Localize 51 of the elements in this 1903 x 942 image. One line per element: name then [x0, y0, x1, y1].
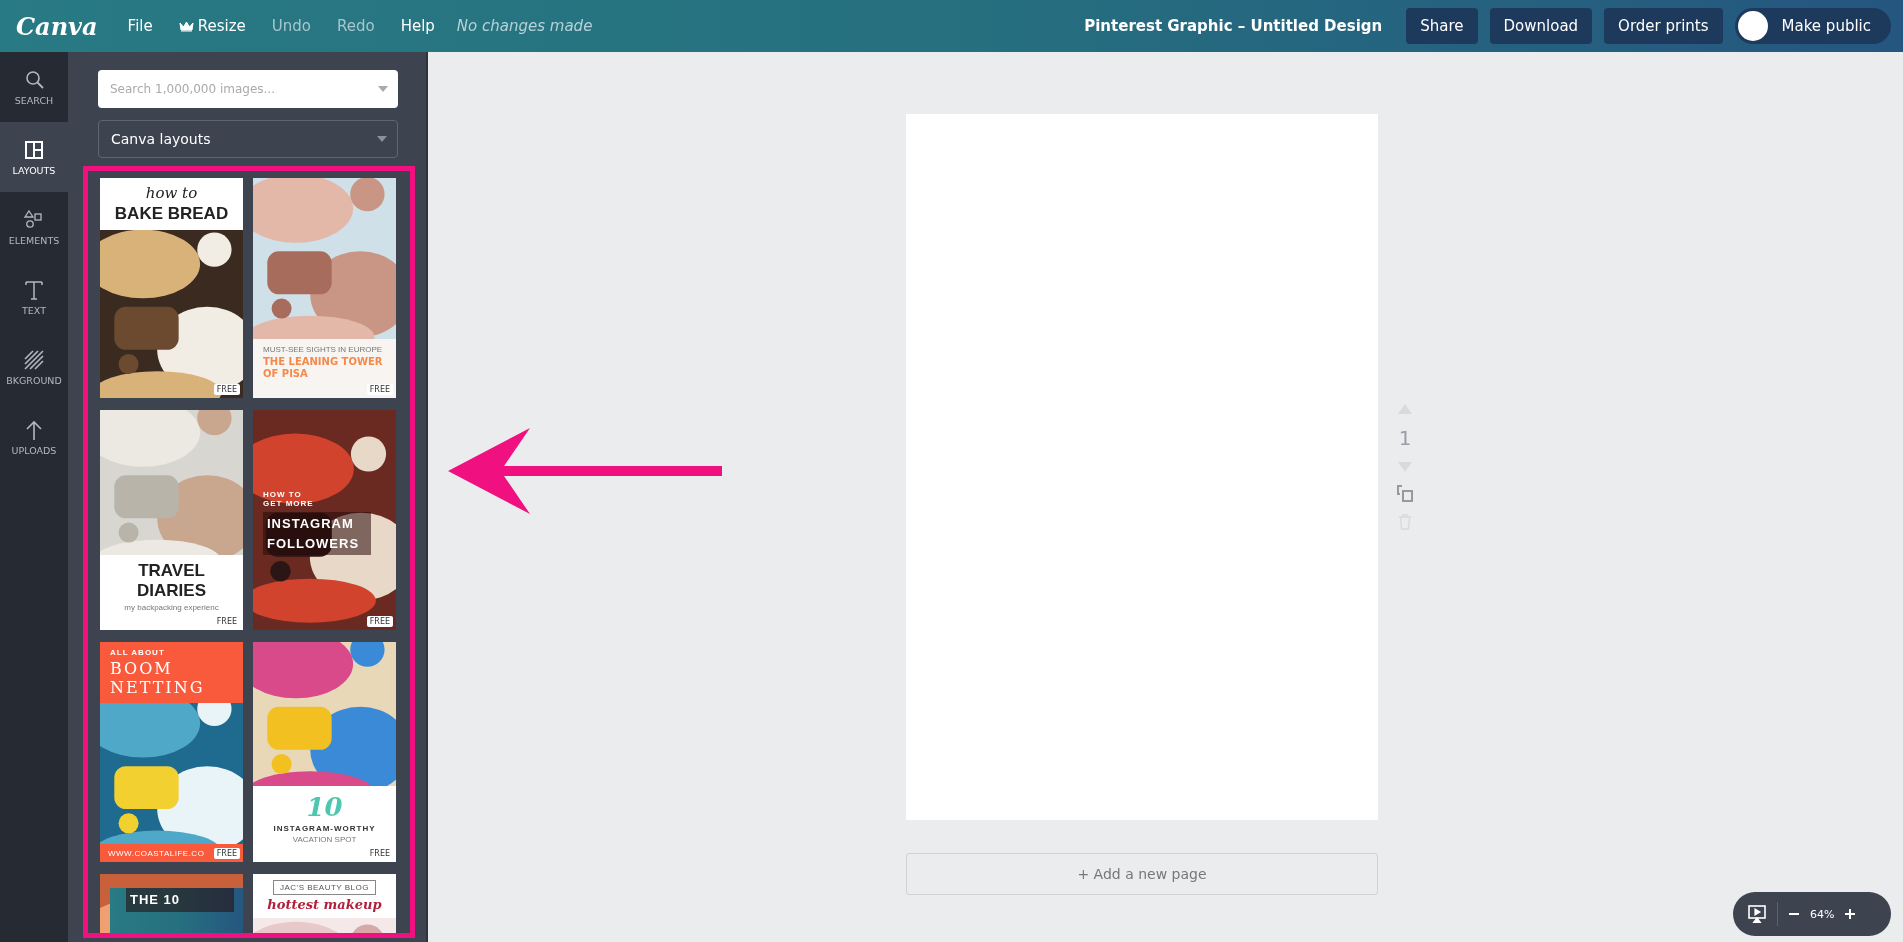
rail-tab[interactable]: LAYOUTS: [0, 122, 68, 192]
template-text: 10: [306, 792, 343, 822]
zoom-in-icon[interactable]: [1844, 908, 1857, 920]
toolbar-button[interactable]: Share: [1406, 8, 1478, 44]
design-title[interactable]: Pinterest Graphic – Untitled Design: [1084, 17, 1383, 35]
free-badge: FREE: [213, 848, 240, 859]
stripes-icon: [23, 348, 45, 371]
toolbar-button[interactable]: Download: [1489, 8, 1593, 44]
template-text: TRAVEL DIARIES: [136, 561, 207, 601]
free-badge: FREE: [366, 616, 393, 627]
search-icon: [23, 68, 45, 91]
search-field[interactable]: Search 1,000,000 images...: [98, 70, 398, 108]
template-text: BOOM NETTING: [110, 659, 206, 698]
template-text: how to: [145, 184, 198, 202]
template-text: MUST-SEE SIGHTS IN EUROPE: [263, 345, 383, 354]
template-text: my backpacking experienc: [124, 603, 219, 612]
free-badge: FREE: [213, 384, 240, 395]
template-card[interactable]: ALL ABOUT BOOM NETTING WWW.COASTALIFE.CO FREE: [100, 642, 243, 862]
shapes-icon: [23, 208, 45, 231]
template-text: JAC'S BEAUTY BLOG: [273, 880, 376, 895]
menu-item[interactable]: Help: [400, 17, 435, 35]
template-text: HOW TO GET MORE: [263, 490, 315, 508]
template-text: VACATION SPOT: [292, 835, 357, 844]
template-card[interactable]: THE 10: [100, 874, 243, 933]
template-text: BAKE BREAD: [114, 204, 229, 224]
public-toggle[interactable]: Make public: [1734, 8, 1891, 44]
template-text: INSTAGRAM-WORTHY: [273, 824, 376, 833]
template-text: ALL ABOUT: [110, 648, 166, 657]
text-icon: [23, 278, 45, 301]
page-number: 1: [1398, 426, 1412, 450]
copy-icon[interactable]: [1396, 484, 1414, 502]
crown-icon: [178, 20, 194, 32]
zoom-level: 64%: [1810, 907, 1835, 921]
template-text: THE LEANING TOWER OF PISA: [263, 356, 384, 380]
template-card[interactable]: MUST-SEE SIGHTS IN EUROPE THE LEANING TOWER OF PISA FREE: [253, 178, 396, 398]
caret-icon: [377, 136, 387, 142]
layout-icon: [23, 138, 45, 161]
menu-item[interactable]: Resize: [178, 17, 246, 35]
template-text: THE 10: [126, 888, 234, 912]
logo[interactable]: Canva: [16, 11, 98, 41]
caret-icon: [378, 86, 388, 92]
present-icon[interactable]: [1747, 904, 1767, 924]
template-text: hottest makeup: [267, 897, 382, 912]
free-badge: FREE: [366, 384, 393, 395]
menu-item[interactable]: File: [127, 17, 153, 35]
template-card[interactable]: HOW TO GET MORE INSTAGRAM FOLLOWERS FREE: [253, 410, 396, 630]
template-text: INSTAGRAM FOLLOWERS: [263, 512, 371, 555]
toolbar-button[interactable]: Order prints: [1604, 8, 1723, 44]
add-page-button[interactable]: + Add a new page: [906, 853, 1378, 895]
save-status: No changes made: [456, 17, 593, 35]
layout-source-dropdown[interactable]: Canva layouts: [98, 120, 398, 158]
